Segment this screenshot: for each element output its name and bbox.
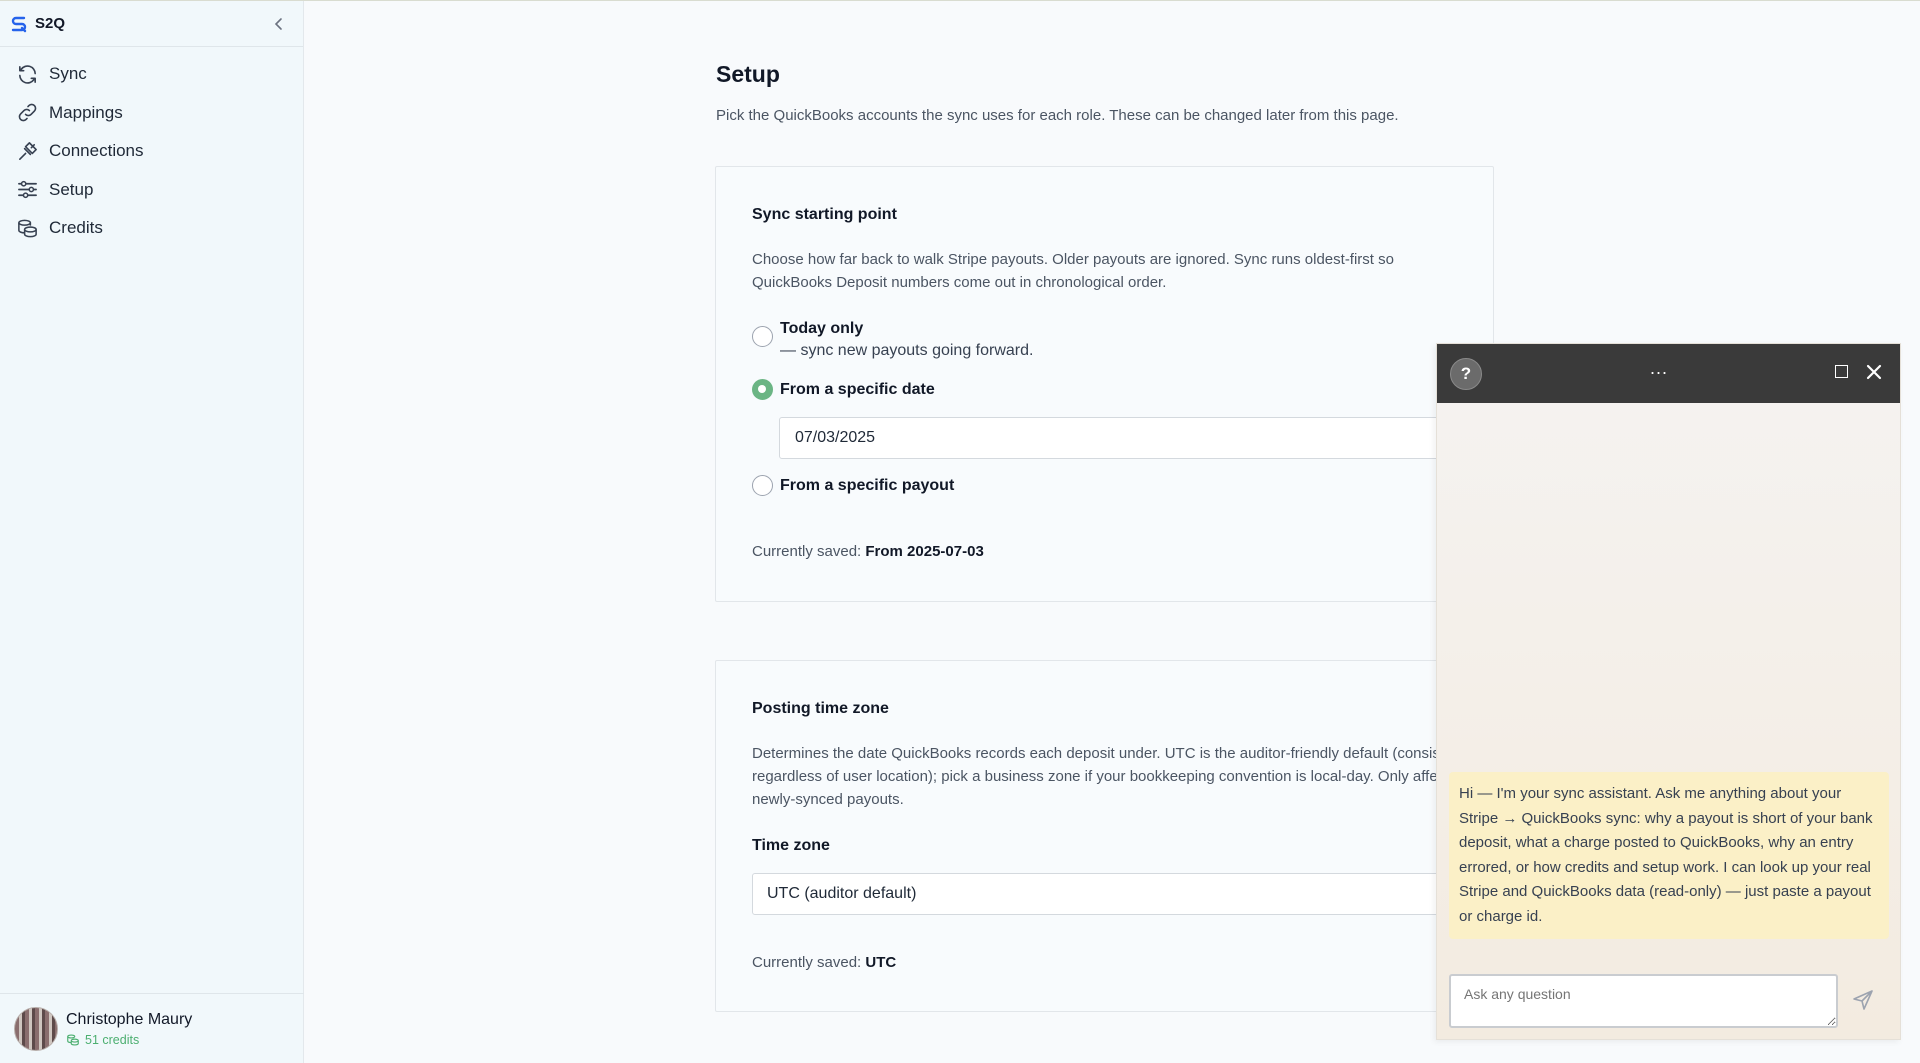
- s2q-logo-icon: [11, 16, 27, 32]
- coins-icon: [67, 1033, 79, 1046]
- time-zone-select[interactable]: UTC (auditor default): [752, 873, 1472, 915]
- sliders-icon: [18, 181, 37, 199]
- chat-input[interactable]: [1449, 974, 1838, 1028]
- send-icon[interactable]: [1851, 988, 1875, 1012]
- sidebar: S2Q Sync Mappings Connections Setup Cred…: [0, 1, 304, 1063]
- time-zone-label: Time zone: [752, 837, 830, 854]
- sync-icon: [19, 65, 36, 84]
- saved-prefix: Currently saved:: [752, 543, 862, 560]
- page-title: Setup: [716, 61, 780, 87]
- saved-value: From 2025-07-03: [865, 543, 984, 560]
- radio-label: From a specific payout: [780, 477, 955, 494]
- maximize-icon[interactable]: [1835, 365, 1848, 378]
- chat-menu-dots[interactable]: ...: [1650, 358, 1668, 379]
- sidebar-header: S2Q: [0, 1, 303, 47]
- radio-hint: — sync new payouts going forward.: [780, 342, 1034, 359]
- app-name: S2Q: [35, 15, 66, 32]
- radio-specific-payout[interactable]: From a specific payout: [752, 475, 954, 496]
- radio-label: From a specific date: [780, 381, 935, 398]
- time-zone-saved: Currently saved: UTC: [752, 954, 896, 971]
- sync-start-title: Sync starting point: [752, 206, 897, 223]
- saved-prefix: Currently saved:: [752, 954, 862, 971]
- sidebar-item-connections[interactable]: Connections: [0, 132, 303, 171]
- sidebar-item-sync[interactable]: Sync: [0, 55, 303, 94]
- page-subtitle: Pick the QuickBooks accounts the sync us…: [716, 107, 1399, 124]
- chat-assistant-panel: ? ... Hi — I'm your sync assistant. Ask …: [1436, 343, 1901, 1040]
- time-zone-card: Posting time zone Determines the date Qu…: [715, 660, 1494, 1012]
- radio-label: Today only: [780, 320, 864, 337]
- credits-count: 51 credits: [85, 1032, 140, 1047]
- radio-specific-date[interactable]: From a specific date: [752, 379, 935, 400]
- avatar: [14, 1006, 58, 1051]
- assistant-message: Hi — I'm your sync assistant. Ask me any…: [1449, 772, 1889, 939]
- radio-button[interactable]: [752, 326, 773, 347]
- radio-button[interactable]: [752, 475, 773, 496]
- time-zone-description: Determines the date QuickBooks records e…: [752, 745, 1465, 808]
- sync-start-description: Choose how far back to walk Stripe payou…: [752, 251, 1394, 291]
- sync-start-card: Sync starting point Choose how far back …: [715, 166, 1494, 602]
- sidebar-item-setup[interactable]: Setup: [0, 171, 303, 210]
- help-icon[interactable]: ?: [1450, 358, 1482, 390]
- sidebar-item-label: Connections: [49, 141, 144, 161]
- chat-header: ? ...: [1437, 344, 1900, 403]
- saved-value: UTC: [865, 954, 897, 971]
- sidebar-item-label: Mappings: [49, 102, 123, 122]
- sidebar-item-mappings[interactable]: Mappings: [0, 94, 303, 133]
- time-zone-selected: UTC (auditor default): [767, 885, 917, 902]
- time-zone-title: Posting time zone: [752, 700, 889, 717]
- collapse-sidebar-icon[interactable]: [271, 15, 287, 33]
- link-icon: [18, 103, 37, 122]
- user-name: Christophe Maury: [66, 1010, 193, 1028]
- sidebar-item-label: Credits: [49, 218, 103, 238]
- date-input[interactable]: 07/03/2025: [779, 417, 1479, 459]
- radio-button-checked[interactable]: [752, 379, 773, 400]
- date-value: 07/03/2025: [795, 429, 876, 446]
- plug-icon: [19, 141, 37, 160]
- coins-icon: [18, 219, 37, 238]
- sidebar-item-credits[interactable]: Credits: [0, 209, 303, 248]
- sidebar-item-label: Sync: [49, 64, 87, 84]
- radio-today-only[interactable]: Today only — sync new payouts going forw…: [752, 318, 1033, 363]
- user-profile[interactable]: Christophe Maury 51 credits: [0, 993, 304, 1063]
- sidebar-nav: Sync Mappings Connections Setup Credits: [0, 47, 303, 248]
- close-icon[interactable]: [1866, 364, 1882, 380]
- sync-start-saved: Currently saved: From 2025-07-03: [752, 543, 984, 560]
- sidebar-item-label: Setup: [49, 179, 94, 199]
